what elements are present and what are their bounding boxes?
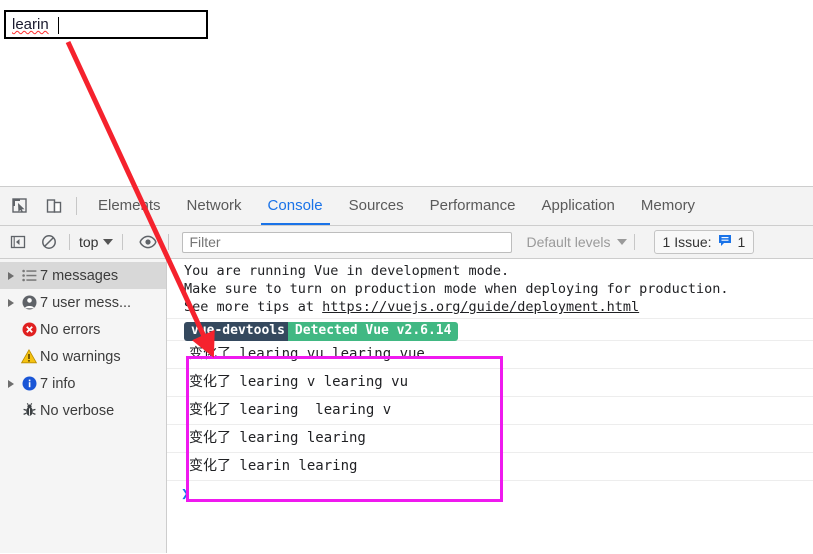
chevron-down-icon [616,239,627,245]
sidebar-item-info[interactable]: 7 info [0,370,166,397]
filterbar-divider-4 [633,234,635,250]
vue-devtools-detection-row: vue-devtools Detected Vue v2.6.14 [167,319,813,341]
vue-devtools-badge: vue-devtools [184,322,292,341]
warning-icon [18,349,40,364]
disclosure-triangle-icon[interactable] [4,379,18,388]
text-input-value: learin [12,16,49,33]
sidebar-item-label: No errors [40,321,101,338]
list-icon [18,269,40,282]
inspect-icon[interactable] [6,192,34,220]
log-levels-label: Default levels [526,234,611,250]
vue-message-line-3-prefix: See more tips at [184,299,323,315]
filter-input[interactable] [182,231,513,253]
console-body: 7 messages 7 user mess... No errors No w… [0,259,813,553]
console-prompt[interactable]: ❯ [167,481,813,507]
web-page-area: learin [0,0,813,186]
sidebar-item-errors[interactable]: No errors [0,316,166,343]
execution-context-selector[interactable]: top [77,234,115,250]
vue-deployment-link[interactable]: https://vuejs.org/guide/deployment.html [322,299,639,315]
vue-message-line-1: You are running Vue in development mode. [184,263,510,279]
console-log-row: 变化了 learing v learing vu [167,369,813,397]
text-caret [58,17,59,34]
console-log-row: 变化了 learing learing [167,425,813,453]
sidebar-item-warnings[interactable]: No warnings [0,343,166,370]
sidebar-item-label: No verbose [40,402,115,419]
info-icon [18,376,40,391]
issues-count: 1 [737,234,746,250]
console-log-row: 变化了 learing learing v [167,397,813,425]
sidebar-item-verbose[interactable]: No verbose [0,397,166,424]
user-icon [18,295,40,310]
console-sidebar: 7 messages 7 user mess... No errors No w… [0,259,167,553]
console-log-row: 变化了 learing vu learing vue [167,341,813,369]
chevron-down-icon [103,239,114,245]
tab-application[interactable]: Application [529,187,628,225]
error-icon [18,322,40,337]
issues-label: 1 Issue: [662,234,712,250]
screenshot-root: learin Elements Network Console Sources … [0,0,813,554]
disclosure-triangle-icon[interactable] [4,271,18,280]
sidebar-item-label: 7 user mess... [40,294,132,311]
vue-message-line-2: Make sure to turn on production mode whe… [184,281,729,297]
console-log-row: 变化了 learin learing [167,453,813,481]
live-expression-eye-icon[interactable] [135,229,161,255]
filterbar-divider-1 [69,234,70,250]
sidebar-item-label: 7 messages [40,267,119,284]
toolbar-divider [76,197,77,215]
execution-context-label: top [79,234,99,250]
tab-memory[interactable]: Memory [628,187,708,225]
verbose-bug-icon [18,403,40,418]
sidebar-toggle-icon[interactable] [5,229,31,255]
tab-performance[interactable]: Performance [417,187,529,225]
clear-console-icon[interactable] [36,229,62,255]
devtools-tabbar: Elements Network Console Sources Perform… [0,187,813,226]
devtools-panel: Elements Network Console Sources Perform… [0,186,813,554]
disclosure-triangle-icon[interactable] [4,298,18,307]
sidebar-item-label: No warnings [40,348,121,365]
console-filterbar: top Default levels 1 Issue: [0,226,813,259]
tab-network[interactable]: Network [174,187,255,225]
prompt-chevron-icon: ❯ [181,486,190,502]
sidebar-item-label: 7 info [40,375,76,392]
filterbar-divider-3 [168,234,170,250]
sidebar-item-messages[interactable]: 7 messages [0,262,166,289]
text-input-field[interactable]: learin [4,10,208,39]
tab-console[interactable]: Console [255,187,336,225]
log-levels-selector[interactable]: Default levels [526,234,627,250]
issues-button[interactable]: 1 Issue: 1 [653,230,755,254]
issue-badge-icon [718,234,732,250]
tab-elements[interactable]: Elements [85,187,174,225]
tab-sources[interactable]: Sources [336,187,417,225]
sidebar-item-user-messages[interactable]: 7 user mess... [0,289,166,316]
device-toolbar-icon[interactable] [40,192,68,220]
filterbar-divider-2 [122,234,124,250]
vue-version-badge: Detected Vue v2.6.14 [287,322,459,341]
console-message-list[interactable]: You are running Vue in development mode.… [167,259,813,553]
vue-dev-mode-message: You are running Vue in development mode.… [167,259,813,319]
